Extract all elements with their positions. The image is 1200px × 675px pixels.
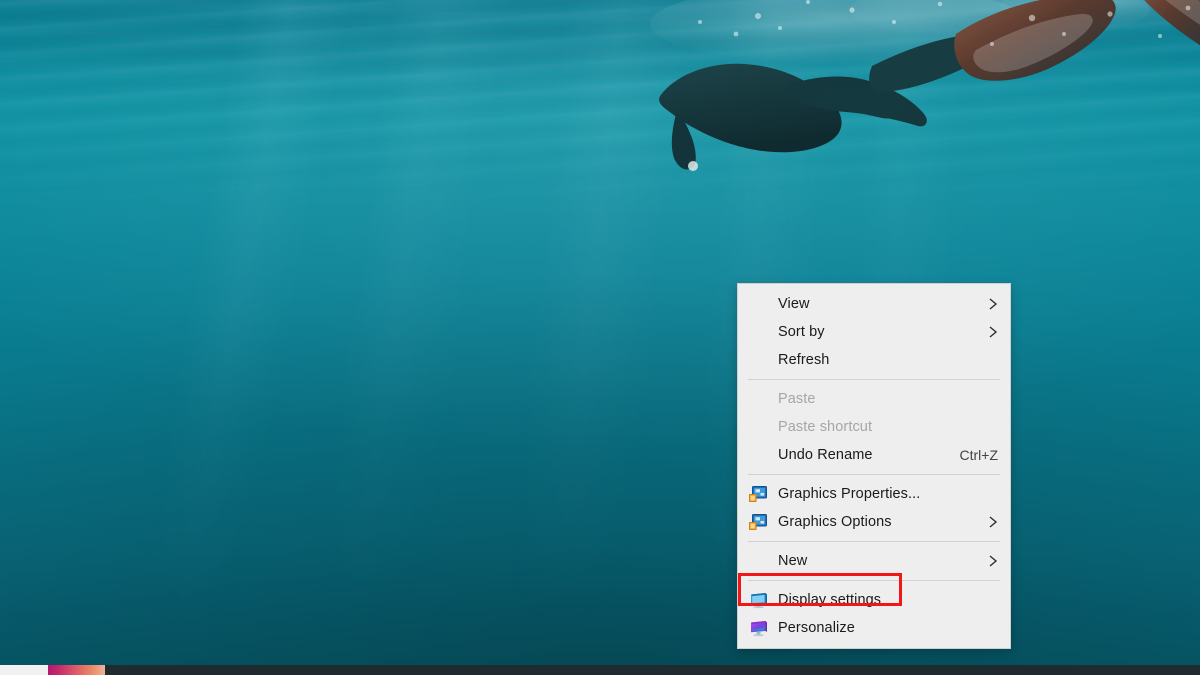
- chevron-right-icon: [989, 555, 998, 567]
- display-monitor-icon: [749, 590, 778, 610]
- menu-item-label: Paste shortcut: [778, 418, 873, 435]
- menu-icon-none: [749, 417, 778, 437]
- menu-item-graphics-properties[interactable]: Graphics Properties...: [738, 480, 1010, 508]
- menu-item-paste-shortcut[interactable]: Paste shortcut: [738, 413, 1010, 441]
- chevron-right-icon: [989, 298, 998, 310]
- menu-item-refresh[interactable]: Refresh: [738, 346, 1010, 374]
- menu-item-view[interactable]: View: [738, 290, 1010, 318]
- desktop-context-menu[interactable]: View Sort by Refresh Paste Paste shortcu…: [737, 283, 1011, 649]
- menu-item-label: Undo Rename: [778, 446, 873, 463]
- menu-item-shortcut: Ctrl+Z: [959, 447, 999, 463]
- personalize-monitor-icon: [749, 618, 778, 638]
- menu-item-display-settings[interactable]: Display settings: [738, 586, 1010, 614]
- menu-item-personalize[interactable]: Personalize: [738, 614, 1010, 642]
- desktop-screen: View Sort by Refresh Paste Paste shortcu…: [0, 0, 1200, 675]
- menu-icon-none: [749, 294, 778, 314]
- menu-item-label: Graphics Options: [778, 513, 892, 530]
- taskbar-search-box[interactable]: [0, 665, 48, 675]
- menu-item-label: Paste: [778, 390, 816, 407]
- menu-item-undo-rename[interactable]: Undo Rename Ctrl+Z: [738, 441, 1010, 469]
- menu-icon-none: [749, 551, 778, 571]
- menu-item-label: Display settings: [778, 591, 882, 608]
- menu-item-sort-by[interactable]: Sort by: [738, 318, 1010, 346]
- menu-item-label: Refresh: [778, 351, 830, 368]
- menu-icon-none: [749, 322, 778, 342]
- taskbar[interactable]: [0, 665, 1200, 675]
- menu-separator: [748, 379, 1000, 380]
- graphics-monitor-icon: [749, 512, 778, 532]
- menu-separator: [748, 580, 1000, 581]
- menu-item-paste[interactable]: Paste: [738, 385, 1010, 413]
- menu-separator: [748, 541, 1000, 542]
- menu-item-label: Personalize: [778, 619, 855, 636]
- menu-item-label: New: [778, 552, 808, 569]
- menu-icon-none: [749, 445, 778, 465]
- menu-item-label: Graphics Properties...: [778, 485, 921, 502]
- taskbar-app-thumbnail[interactable]: [48, 665, 105, 675]
- graphics-monitor-icon: [749, 484, 778, 504]
- menu-item-label: Sort by: [778, 323, 825, 340]
- menu-separator: [748, 474, 1000, 475]
- menu-icon-none: [749, 350, 778, 370]
- menu-item-label: View: [778, 295, 810, 312]
- menu-item-graphics-options[interactable]: Graphics Options: [738, 508, 1010, 536]
- taskbar-empty-area[interactable]: [105, 665, 1200, 675]
- chevron-right-icon: [989, 326, 998, 338]
- menu-icon-none: [749, 389, 778, 409]
- chevron-right-icon: [989, 516, 998, 528]
- wallpaper-diver-figure: [650, 0, 1200, 171]
- menu-item-new[interactable]: New: [738, 547, 1010, 575]
